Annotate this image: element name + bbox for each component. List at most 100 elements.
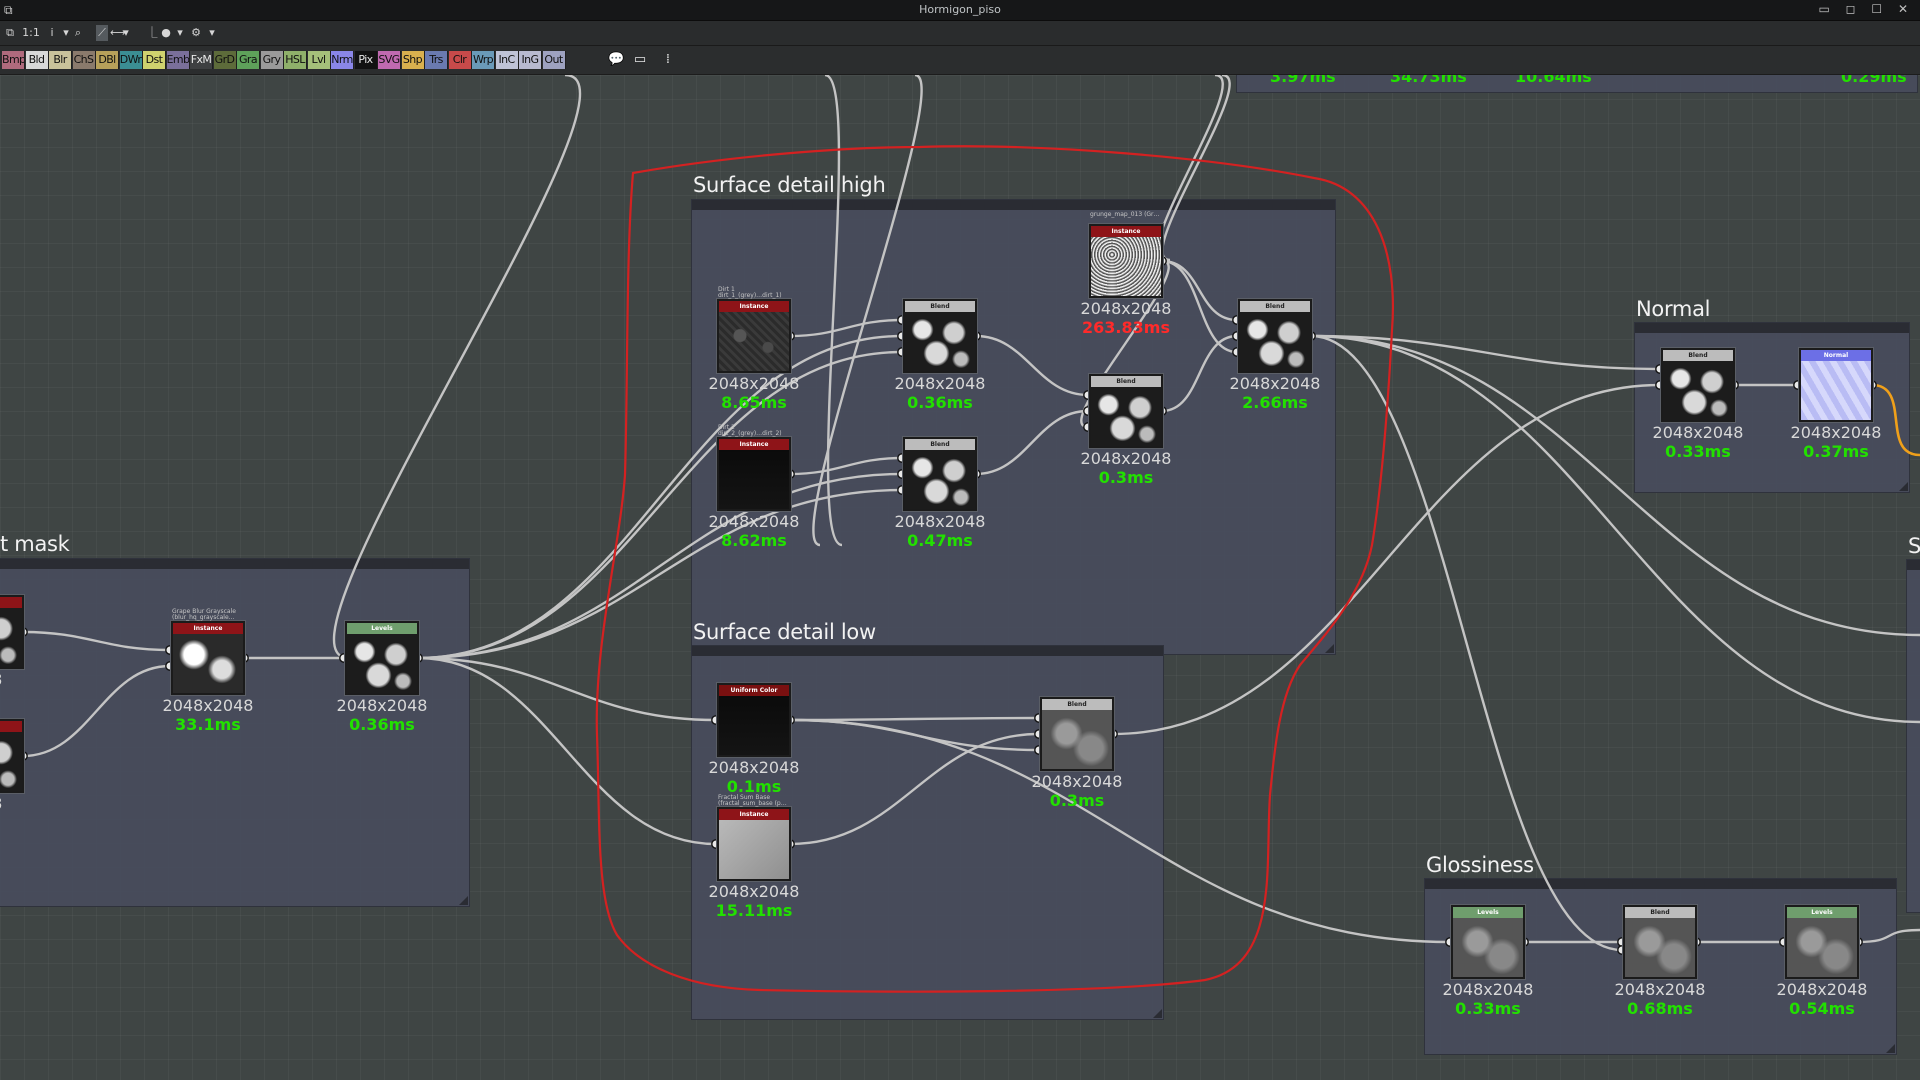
dropdown-icon[interactable]: ▾ xyxy=(60,25,72,41)
category-emb-button[interactable]: Emb xyxy=(166,51,190,69)
node-resolution: 2048x2048 xyxy=(1229,374,1321,393)
node-header: Blend xyxy=(905,439,975,450)
node-instance[interactable]: Instance xyxy=(1089,224,1163,298)
node-resolution: 2048x2048 xyxy=(708,512,800,531)
category-gra-button[interactable]: Gra xyxy=(237,51,260,69)
node-thumbnail xyxy=(719,696,789,755)
dropdown-icon[interactable]: ▾ xyxy=(120,25,132,41)
category-bmp-button[interactable]: Bmp xyxy=(2,51,25,69)
node-timing: 8.62ms xyxy=(721,531,787,550)
bomb-icon[interactable]: ● xyxy=(160,25,172,41)
node-blend[interactable]: Blend xyxy=(1238,299,1312,373)
node-resolution: 2048x2048 xyxy=(1080,449,1172,468)
node-blend[interactable]: Blend xyxy=(903,437,977,511)
node-resolution: 2048x2048 xyxy=(894,512,986,531)
node-thumbnail xyxy=(1240,312,1310,371)
step-icon[interactable]: ⎿ xyxy=(146,25,158,41)
pin-icon[interactable]: ⁞ xyxy=(660,52,676,68)
category-bld-button[interactable]: Bld xyxy=(25,51,49,69)
category-svg-button[interactable]: SVG xyxy=(378,51,401,69)
node-timing: 0.47ms xyxy=(907,531,973,550)
frame-icon[interactable]: ⧉ xyxy=(4,25,16,41)
node-instance[interactable]: Instance xyxy=(717,437,791,511)
zoom-1-1-button[interactable]: 1:1 xyxy=(22,25,40,41)
wire xyxy=(1310,334,1623,952)
node-timing: 0.3ms xyxy=(1098,468,1154,487)
node-header xyxy=(0,721,22,732)
node-levels[interactable]: Levels xyxy=(345,621,419,695)
category-lvl-button[interactable]: Lvl xyxy=(307,51,331,69)
category-dst-button[interactable]: Dst xyxy=(143,51,166,69)
node-resolution: 2048x2048 xyxy=(1790,423,1882,442)
node-instance[interactable] xyxy=(0,719,24,793)
graph-canvas[interactable]: 3.97ms 34.73ms 10.64ms 0.29ms Surface de… xyxy=(0,75,1920,1080)
category-pix-button[interactable]: Pix xyxy=(354,51,378,69)
zoom-icon[interactable]: ⌕ xyxy=(72,25,84,41)
node-timing: ms xyxy=(0,689,47,708)
dropdown-icon[interactable]: ▾ xyxy=(206,25,218,41)
node-levels[interactable]: Levels xyxy=(1451,905,1525,979)
frame-add-icon[interactable]: ▭ xyxy=(632,52,648,68)
wire xyxy=(789,716,1040,722)
category-shp-button[interactable]: Shp xyxy=(401,51,425,69)
node-thumbnail xyxy=(719,450,789,509)
node-header xyxy=(0,597,22,608)
node-thumbnail xyxy=(347,634,417,693)
category-fxm-button[interactable]: FxM xyxy=(190,51,213,69)
node-blend[interactable]: Blend xyxy=(1623,905,1697,979)
comment-icon[interactable]: 💬 xyxy=(608,52,624,68)
link-icon[interactable]: ⟋ xyxy=(96,25,108,41)
category-clr-button[interactable]: Clr xyxy=(448,51,472,69)
node-header: Normal xyxy=(1801,350,1871,361)
node-resolution: 048 xyxy=(0,794,47,813)
node-normal[interactable]: Normal xyxy=(1799,348,1873,422)
node-resolution: 2048x2048 xyxy=(1652,423,1744,442)
category-gry-button[interactable]: Gry xyxy=(260,51,284,69)
node-instance[interactable]: Instance xyxy=(717,807,791,881)
node-timing: 8.65ms xyxy=(721,393,787,412)
category-grd-button[interactable]: GrD xyxy=(213,51,237,69)
node-subtitle: dirt_2_(grey)…dirt_2) xyxy=(718,430,782,437)
node-instance[interactable]: Instance xyxy=(717,299,791,373)
node-resolution: 2048x2048 xyxy=(336,696,428,715)
node-resolution: 2048x2048 xyxy=(1776,980,1868,999)
category-inc-button[interactable]: InC xyxy=(495,51,519,69)
gear-icon[interactable]: ⚙ xyxy=(190,25,202,41)
node-timing: 0.36ms xyxy=(907,393,973,412)
wire xyxy=(1112,383,1661,736)
category-ing-button[interactable]: InG xyxy=(519,51,542,69)
node-thumbnail xyxy=(905,450,975,509)
node-resolution: 2048x2048 xyxy=(162,696,254,715)
category-dbl-button[interactable]: DBl xyxy=(96,51,119,69)
category-out-button[interactable]: Out xyxy=(542,51,566,69)
node-timing: 33.1ms xyxy=(175,715,241,734)
node-instance[interactable]: Instance xyxy=(171,621,245,695)
wire xyxy=(332,75,582,660)
node-subtitle: (fractal_sum_base (p… xyxy=(718,800,787,807)
node-timing: ns xyxy=(0,813,47,832)
node-instance[interactable] xyxy=(0,595,24,669)
node-levels[interactable]: Levels xyxy=(1785,905,1859,979)
node-timing: 0.54ms xyxy=(1789,999,1855,1018)
node-blend[interactable]: Blend xyxy=(1661,348,1735,422)
category-wrp-button[interactable]: Wrp xyxy=(472,51,495,69)
window-controls[interactable]: ▭ ◻ ☐ ✕ xyxy=(1818,2,1914,16)
node-thumbnail xyxy=(1787,918,1857,977)
node-blend[interactable]: Blend xyxy=(903,299,977,373)
category-nrm-button[interactable]: Nrm xyxy=(331,51,354,69)
node-blend[interactable]: Blend xyxy=(1089,374,1163,448)
node-blend[interactable]: Blend xyxy=(1040,697,1114,771)
info-icon[interactable]: i xyxy=(46,25,58,41)
node-resolution: 2048x2048 xyxy=(1442,980,1534,999)
category-trs-button[interactable]: Trs xyxy=(425,51,448,69)
category-dwr-button[interactable]: DWr xyxy=(119,51,143,69)
category-blr-button[interactable]: Blr xyxy=(49,51,72,69)
node-thumbnail xyxy=(0,732,22,791)
node-uniform[interactable]: Uniform Color xyxy=(717,683,791,757)
dropdown-icon[interactable]: ▾ xyxy=(174,25,186,41)
node-header: Levels xyxy=(347,623,417,634)
node-header: Blend xyxy=(1240,301,1310,312)
category-hsl-button[interactable]: HSL xyxy=(284,51,307,69)
node-header: Levels xyxy=(1787,907,1857,918)
category-chs-button[interactable]: ChS xyxy=(72,51,96,69)
